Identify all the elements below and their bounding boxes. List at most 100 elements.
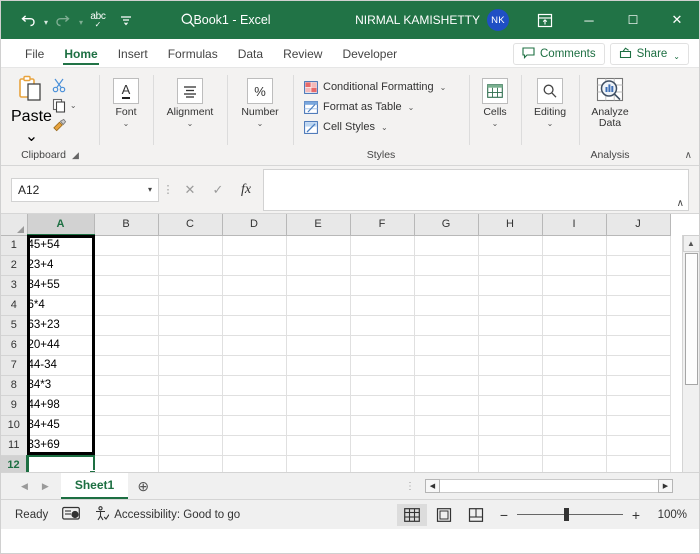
avatar[interactable]: NK <box>487 9 509 31</box>
minimize-button[interactable]: ─ <box>567 1 611 39</box>
cell-a5[interactable]: 63+23 <box>27 315 95 336</box>
zoom-out-button[interactable]: − <box>493 507 515 523</box>
cell-i4[interactable] <box>542 295 607 316</box>
cell-d6[interactable] <box>222 335 287 356</box>
cell-a7[interactable]: 44-34 <box>27 355 95 376</box>
cell-i8[interactable] <box>542 375 607 396</box>
cell-g8[interactable] <box>414 375 479 396</box>
cell-f5[interactable] <box>350 315 415 336</box>
cell-f4[interactable] <box>350 295 415 316</box>
cell-h9[interactable] <box>478 395 543 416</box>
cell-j4[interactable] <box>606 295 671 316</box>
sheet-next-icon[interactable]: ▶ <box>42 481 49 492</box>
share-caret-icon[interactable]: ⌄ <box>673 52 680 61</box>
normal-view-icon[interactable] <box>397 503 427 526</box>
hscroll-right-icon[interactable]: ▶ <box>658 479 673 493</box>
cell-e4[interactable] <box>286 295 351 316</box>
undo-icon[interactable] <box>15 7 41 33</box>
cell-f8[interactable] <box>350 375 415 396</box>
cell-f3[interactable] <box>350 275 415 296</box>
cell-e2[interactable] <box>286 255 351 276</box>
cell-c1[interactable] <box>158 235 223 256</box>
column-header-h[interactable]: H <box>478 214 543 236</box>
cell-j6[interactable] <box>606 335 671 356</box>
row-header-12[interactable]: 12 <box>1 455 28 472</box>
cell-b3[interactable] <box>94 275 159 296</box>
cell-h5[interactable] <box>478 315 543 336</box>
row-header-7[interactable]: 7 <box>1 355 28 376</box>
row-header-11[interactable]: 11 <box>1 435 28 456</box>
page-break-view-icon[interactable] <box>461 504 491 526</box>
alignment-button[interactable]: Alignment ⌄ <box>159 73 221 128</box>
copy-caret-icon[interactable]: ⌄ <box>70 101 77 110</box>
cell-b9[interactable] <box>94 395 159 416</box>
search-icon[interactable] <box>171 12 205 28</box>
column-header-b[interactable]: B <box>94 214 159 236</box>
row-header-8[interactable]: 8 <box>1 375 28 396</box>
cell-c2[interactable] <box>158 255 223 276</box>
cell-f6[interactable] <box>350 335 415 356</box>
conditional-formatting-caret-icon[interactable]: ⌄ <box>440 83 447 92</box>
cell-e7[interactable] <box>286 355 351 376</box>
redo-dropdown-caret[interactable]: ▾ <box>79 18 83 27</box>
cell-i3[interactable] <box>542 275 607 296</box>
cell-f2[interactable] <box>350 255 415 276</box>
column-header-i[interactable]: I <box>542 214 607 236</box>
cell-g1[interactable] <box>414 235 479 256</box>
undo-dropdown-caret[interactable]: ▾ <box>44 18 48 27</box>
cell-a4[interactable]: 6*4 <box>27 295 95 316</box>
zoom-in-button[interactable]: + <box>625 507 647 523</box>
row-header-3[interactable]: 3 <box>1 275 28 296</box>
cell-f12[interactable] <box>350 455 415 472</box>
cell-a8[interactable]: 34*3 <box>27 375 95 396</box>
cell-j10[interactable] <box>606 415 671 436</box>
cell-d8[interactable] <box>222 375 287 396</box>
row-header-9[interactable]: 9 <box>1 395 28 416</box>
hscroll-left-icon[interactable]: ◀ <box>425 479 440 493</box>
number-caret-icon[interactable]: ⌄ <box>257 119 264 128</box>
cell-e3[interactable] <box>286 275 351 296</box>
abc-check-icon[interactable]: abc ✓ <box>85 7 111 33</box>
analyze-data-button[interactable]: Analyze Data <box>585 73 635 129</box>
cell-c10[interactable] <box>158 415 223 436</box>
add-sheet-icon[interactable]: ⊕ <box>128 478 158 495</box>
cell-f9[interactable] <box>350 395 415 416</box>
cell-g4[interactable] <box>414 295 479 316</box>
cell-c3[interactable] <box>158 275 223 296</box>
share-button[interactable]: Share ⌄ <box>609 43 689 65</box>
zoom-slider-thumb[interactable] <box>564 508 569 521</box>
row-header-5[interactable]: 5 <box>1 315 28 336</box>
cell-h3[interactable] <box>478 275 543 296</box>
redo-icon[interactable] <box>50 7 76 33</box>
select-all-corner[interactable] <box>1 214 28 236</box>
vertical-scrollbar[interactable]: ▲ <box>682 235 699 472</box>
cell-i6[interactable] <box>542 335 607 356</box>
cell-d9[interactable] <box>222 395 287 416</box>
cell-e11[interactable] <box>286 435 351 456</box>
cell-j12[interactable] <box>606 455 671 472</box>
cell-i1[interactable] <box>542 235 607 256</box>
account-name[interactable]: NIRMAL KAMISHETTY <box>355 13 480 27</box>
cell-g7[interactable] <box>414 355 479 376</box>
horizontal-scrollbar[interactable] <box>440 479 658 493</box>
cell-a9[interactable]: 44+98 <box>27 395 95 416</box>
cell-f11[interactable] <box>350 435 415 456</box>
cell-g3[interactable] <box>414 275 479 296</box>
cell-a12[interactable] <box>27 455 95 472</box>
cell-d5[interactable] <box>222 315 287 336</box>
cell-a10[interactable]: 34+45 <box>27 415 95 436</box>
format-as-table-button[interactable]: Format as Table ⌄ <box>303 97 414 117</box>
row-header-6[interactable]: 6 <box>1 335 28 356</box>
cell-h2[interactable] <box>478 255 543 276</box>
column-header-g[interactable]: G <box>414 214 479 236</box>
accessibility-status[interactable]: Accessibility: Good to go <box>94 505 240 524</box>
cell-h10[interactable] <box>478 415 543 436</box>
cell-b2[interactable] <box>94 255 159 276</box>
cell-e1[interactable] <box>286 235 351 256</box>
ribbon-group-font[interactable]: A Font ⌄ <box>99 68 153 165</box>
editing-button[interactable]: Editing ⌄ <box>527 73 573 128</box>
cell-h8[interactable] <box>478 375 543 396</box>
cell-j7[interactable] <box>606 355 671 376</box>
zoom-slider[interactable] <box>517 504 623 526</box>
cell-i12[interactable] <box>542 455 607 472</box>
